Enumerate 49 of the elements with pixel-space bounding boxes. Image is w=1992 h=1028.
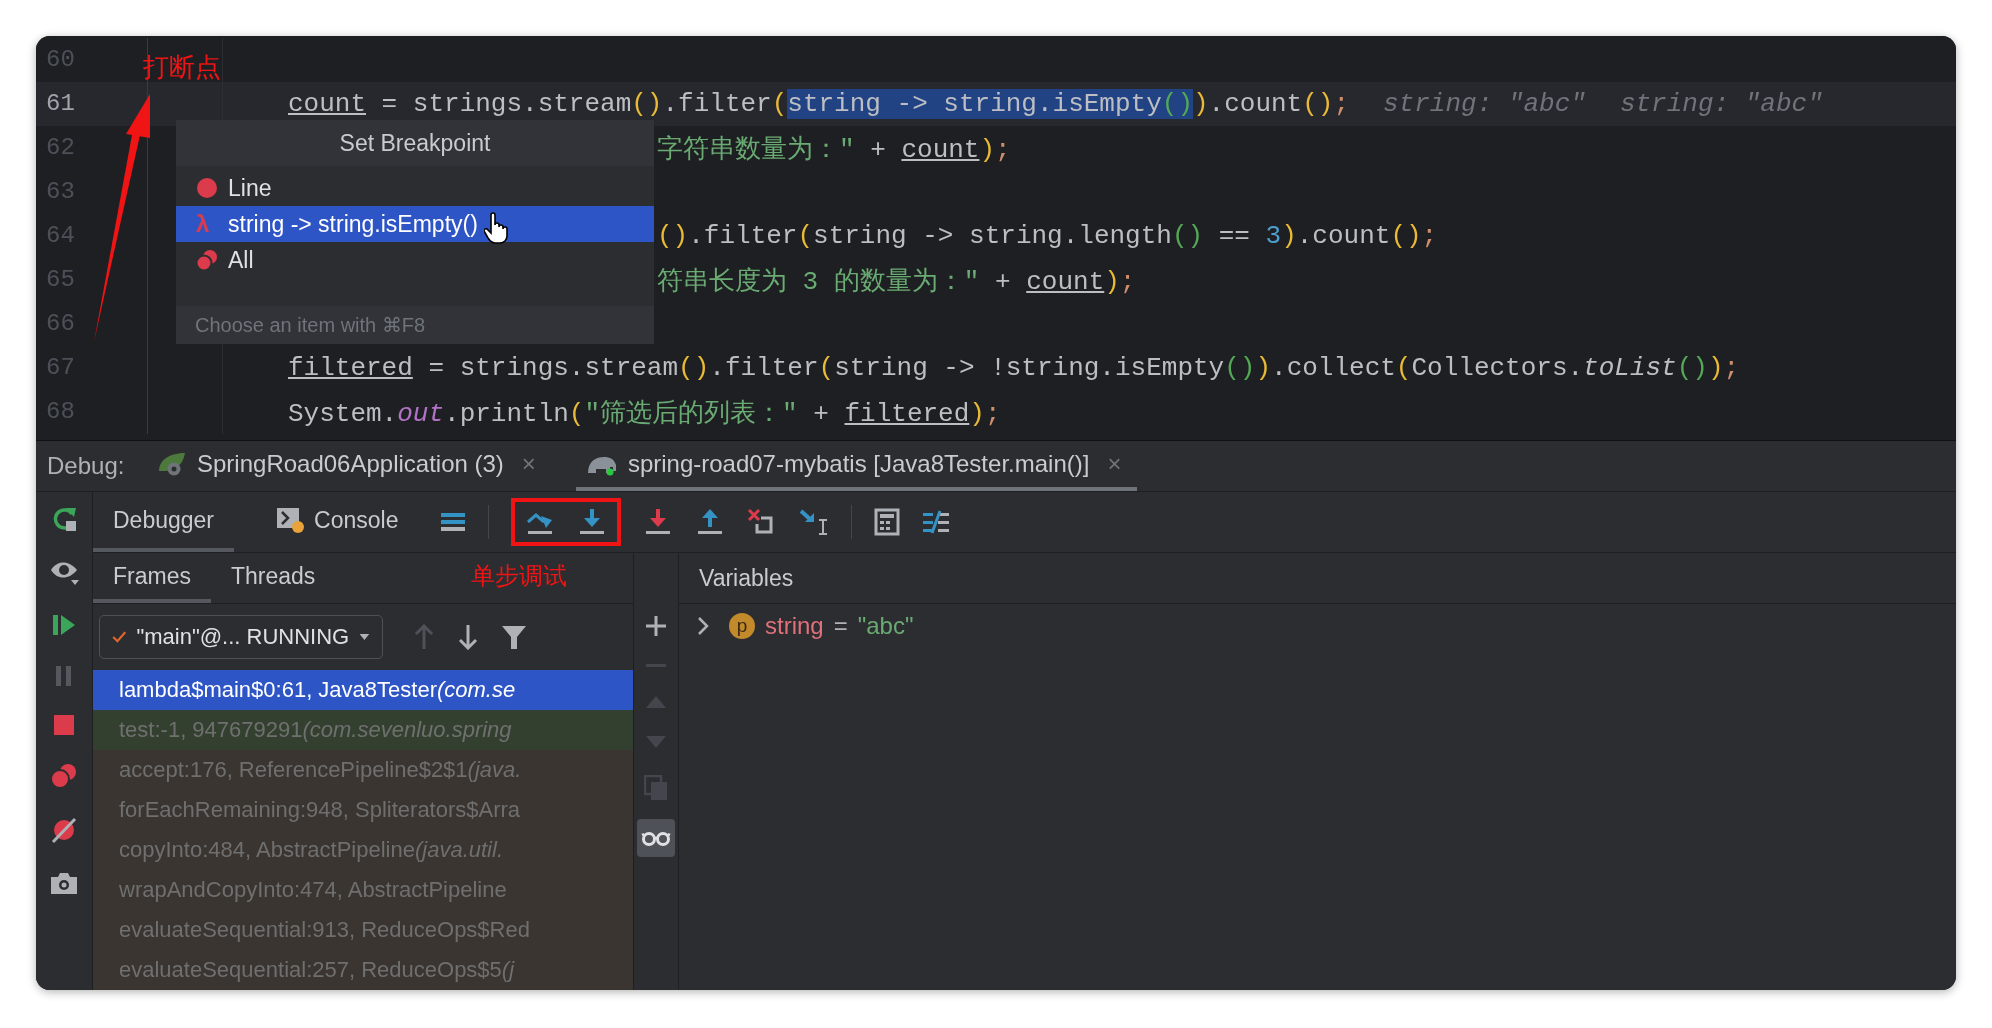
leaf-gear-icon [157, 451, 187, 477]
chevron-icon[interactable] [697, 616, 709, 636]
type-badge: p [729, 613, 755, 639]
breakpoint-dot-icon [196, 177, 218, 199]
code-line: ().filter(string -> string.length() == 3).count(); [657, 221, 1438, 251]
inline-hint: string: "abc" [1383, 89, 1586, 119]
popup-hint: Choose an item with ⌘F8 [176, 306, 654, 344]
debug-label: Debug: [46, 451, 126, 481]
equals-sign: = [833, 612, 848, 640]
panel-tab[interactable]: Console [256, 492, 419, 552]
glasses-button[interactable] [637, 819, 675, 857]
console-icon [276, 506, 307, 534]
calculator-icon[interactable] [874, 508, 901, 536]
panel-tab[interactable]: Debugger [93, 492, 235, 552]
popup-menu-item[interactable]: λ string -> string.isEmpty() [176, 206, 654, 242]
code-line: filtered = strings.stream().filter(string -> !string.isEmpty()).collect(Collectors.toList()); [288, 353, 1740, 383]
resume-icon[interactable] [51, 612, 77, 638]
hand-cursor-icon [484, 212, 510, 244]
caret-icon [359, 631, 370, 643]
thread-dropdown[interactable]: "main"@... RUNNING [99, 615, 383, 659]
down-arrow-icon[interactable] [457, 624, 479, 650]
stack-frame[interactable]: lambda$main$0:61, Java8Tester(com.se [93, 670, 633, 710]
filter-icon[interactable] [501, 624, 527, 650]
popup-menu-item[interactable]: Line [176, 170, 654, 206]
variable-value: "abc" [857, 612, 914, 640]
camera-icon[interactable] [49, 870, 79, 896]
double-dot-icon [196, 249, 218, 271]
variable-name: string [765, 612, 824, 640]
code-line: count = strings.stream().filter(string -> string.isEmpty()).count(); [288, 89, 1350, 119]
menu-icon[interactable] [440, 510, 467, 534]
code-line: 字符串数量为：" + count); [657, 133, 1011, 166]
session-tab[interactable]: spring-road07-mybatis [Java8Tester.main()] × [575, 441, 1138, 491]
add-icon[interactable] [645, 615, 667, 637]
subtab[interactable]: Threads [210, 553, 336, 603]
annotation-note: 单步调试 [471, 561, 567, 592]
subtab[interactable]: Frames [93, 553, 211, 603]
trace-icon[interactable] [922, 509, 951, 535]
panel-title: Variables [679, 553, 1956, 604]
glasses-icon [641, 830, 671, 846]
session-tab[interactable]: SpringRoad06Application (3) × [147, 441, 552, 491]
breakpoints-icon[interactable] [50, 762, 78, 790]
code-line: 符串长度为 3 的数量为：" + count); [657, 265, 1136, 298]
inline-hint: string: "abc" [1619, 89, 1823, 119]
stop-icon[interactable] [53, 714, 75, 736]
popup-title: Set Breakpoint [176, 120, 654, 166]
popup-menu-item[interactable]: All [176, 242, 654, 278]
mute-breakpoints-icon[interactable] [50, 816, 78, 844]
run-to-cursor-icon[interactable] [799, 508, 830, 536]
code-line: System.out.println("筛选后的列表：" + filtered); [288, 397, 1001, 430]
